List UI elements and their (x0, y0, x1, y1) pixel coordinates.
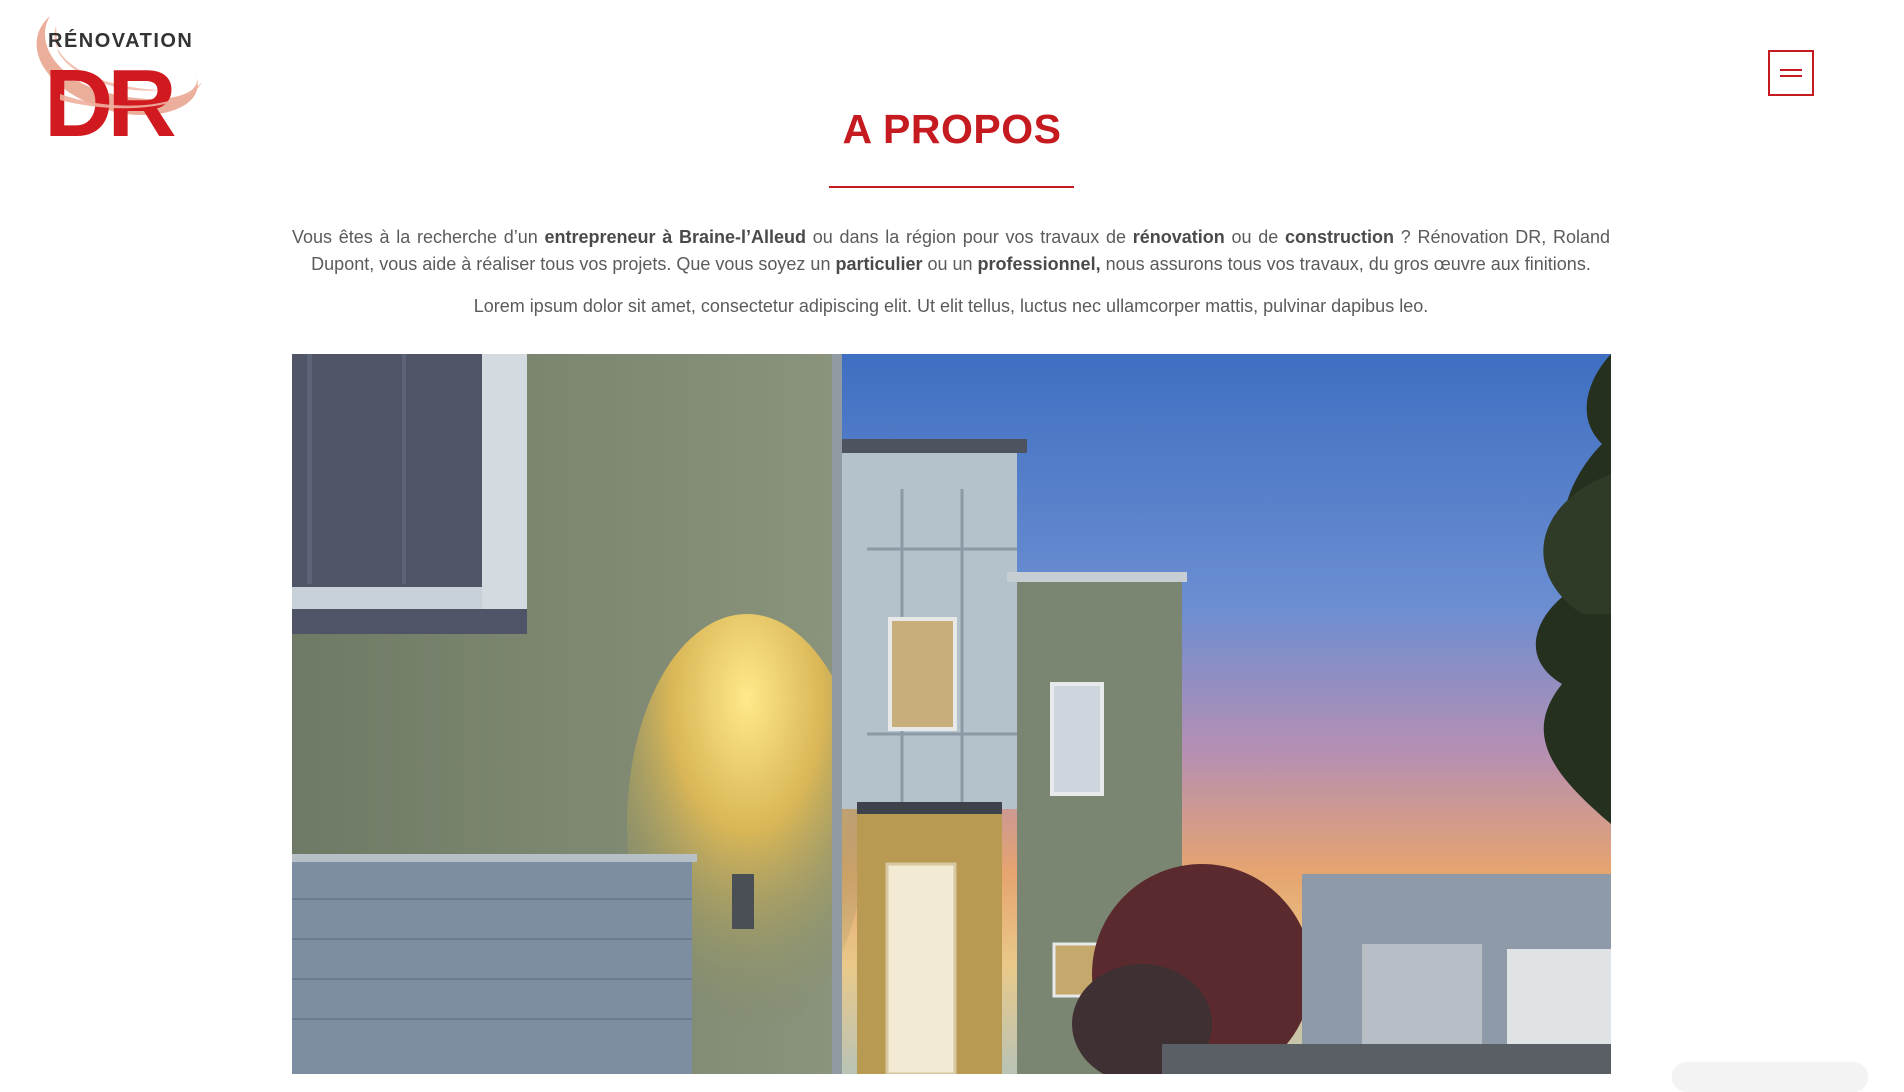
intro-bold-entrepreneur: entrepreneur à Braine-l’Alleud (544, 227, 807, 247)
menu-toggle-button[interactable] (1768, 50, 1814, 96)
intro-text: ou dans la région pour vos travaux de (806, 227, 1133, 247)
section-title: A PROPOS (842, 106, 1062, 152)
intro-text: ou un (922, 254, 978, 274)
intro-bold-particulier: particulier (835, 254, 923, 274)
lorem-paragraph: Lorem ipsum dolor sit amet, consectetur … (473, 296, 1429, 316)
intro-bold-construction: construction (1284, 227, 1394, 247)
hamburger-menu-icon-bar (1780, 75, 1802, 77)
intro-bold-professionnel: professionnel, (977, 254, 1101, 274)
intro-paragraph: Vous êtes à la recherche d’un entreprene… (292, 224, 1610, 278)
intro-bold-renovation: rénovation (1132, 227, 1225, 247)
intro-text: Vous êtes à la recherche d’un (292, 227, 545, 247)
hamburger-menu-icon (1780, 69, 1802, 71)
house-illustration (292, 354, 1611, 1074)
intro-text: nous assurons tous vos travaux, du gros … (1100, 254, 1591, 274)
logo-text-top: RÉNOVATION (48, 29, 193, 52)
intro-text: ou de (1224, 227, 1285, 247)
title-divider (829, 186, 1074, 188)
house-photo (292, 354, 1611, 1074)
floating-widget[interactable] (1672, 1062, 1868, 1092)
